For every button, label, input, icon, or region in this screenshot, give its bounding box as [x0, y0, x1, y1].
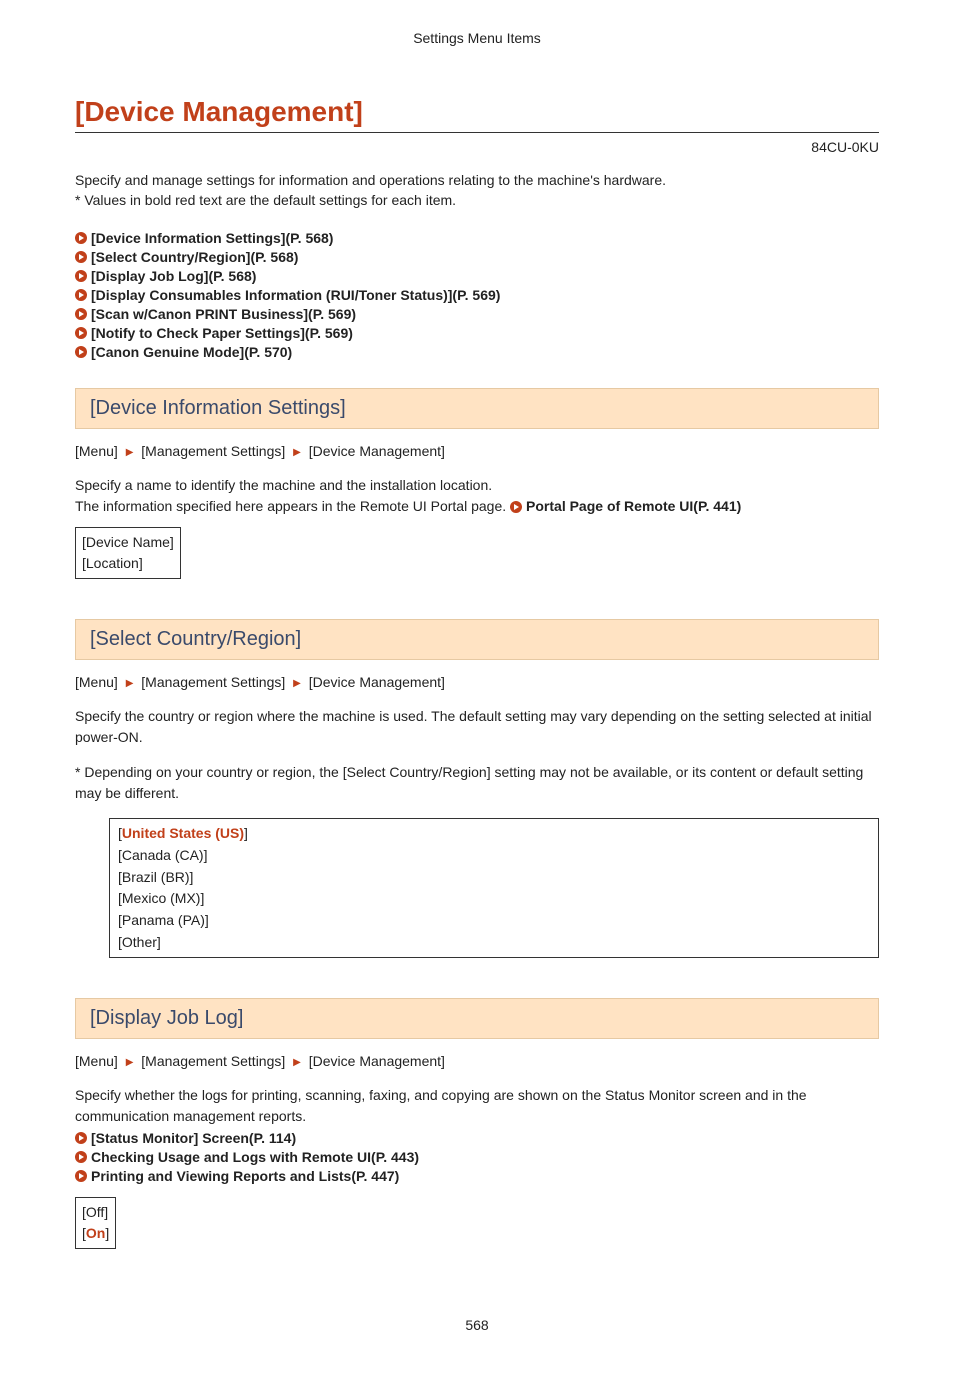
toc-link[interactable]: [Scan w/Canon PRINT Business](P. 569)	[91, 306, 356, 322]
breadcrumb-seg: [Management Settings]	[141, 443, 285, 459]
breadcrumb-seg: [Management Settings]	[141, 1053, 285, 1069]
section-heading-device-info: [Device Information Settings]	[75, 388, 879, 429]
inline-xref[interactable]: [Status Monitor] Screen(P. 114)	[75, 1130, 879, 1146]
default-value: United States (US)	[122, 825, 244, 841]
toc-item[interactable]: [Display Job Log](P. 568)	[75, 268, 879, 284]
document-id: 84CU-0KU	[75, 139, 879, 155]
page-title: [Device Management]	[75, 96, 879, 128]
toc: [Device Information Settings](P. 568) [S…	[75, 230, 879, 360]
xref-link[interactable]: Portal Page of Remote UI(P. 441)	[526, 498, 741, 514]
page-number: 568	[75, 1317, 879, 1333]
toc-link[interactable]: [Display Consumables Information (RUI/To…	[91, 287, 500, 303]
toc-item[interactable]: [Select Country/Region](P. 568)	[75, 249, 879, 265]
intro-line: * Values in bold red text are the defaul…	[75, 191, 879, 211]
arrow-circle-icon	[75, 327, 87, 339]
value-item: [United States (US)]	[118, 823, 870, 845]
xref-link[interactable]: Checking Usage and Logs with Remote UI(P…	[91, 1149, 419, 1165]
value-item: [Device Name]	[82, 532, 174, 553]
body-text: Specify a name to identify the machine a…	[75, 475, 879, 496]
arrow-circle-icon	[75, 346, 87, 358]
chevron-right-icon: ▶	[289, 1057, 305, 1068]
value-item: [Other]	[118, 932, 870, 954]
toc-link[interactable]: [Device Information Settings](P. 568)	[91, 230, 333, 246]
toc-link[interactable]: [Display Job Log](P. 568)	[91, 268, 256, 284]
breadcrumb: [Menu] ▶ [Management Settings] ▶ [Device…	[75, 1053, 879, 1069]
arrow-circle-icon	[75, 289, 87, 301]
intro-line: Specify and manage settings for informat…	[75, 171, 879, 191]
body-text: * Depending on your country or region, t…	[75, 762, 879, 804]
section-heading-country: [Select Country/Region]	[75, 619, 879, 660]
toc-link[interactable]: [Notify to Check Paper Settings](P. 569)	[91, 325, 353, 341]
arrow-circle-icon	[75, 232, 87, 244]
breadcrumb-seg: [Management Settings]	[141, 674, 285, 690]
body-text: Specify whether the logs for printing, s…	[75, 1085, 879, 1127]
page-header: Settings Menu Items	[75, 30, 879, 46]
value-item: [On]	[82, 1223, 109, 1244]
toc-item[interactable]: [Scan w/Canon PRINT Business](P. 569)	[75, 306, 879, 322]
arrow-circle-icon	[75, 308, 87, 320]
value-item: [Canada (CA)]	[118, 845, 870, 867]
body-text: Specify the country or region where the …	[75, 706, 879, 748]
breadcrumb-seg: [Device Management]	[309, 1053, 445, 1069]
value-item: [Off]	[82, 1202, 109, 1223]
breadcrumb-seg: [Menu]	[75, 674, 118, 690]
breadcrumb-seg: [Menu]	[75, 1053, 118, 1069]
breadcrumb-seg: [Device Management]	[309, 674, 445, 690]
value-item: [Panama (PA)]	[118, 910, 870, 932]
arrow-circle-icon	[510, 501, 522, 513]
inline-xref[interactable]: Portal Page of Remote UI(P. 441)	[510, 498, 741, 514]
arrow-circle-icon	[75, 1132, 87, 1144]
arrow-circle-icon	[75, 1170, 87, 1182]
body-text: The information specified here appears i…	[75, 496, 879, 517]
values-box: [Device Name] [Location]	[75, 527, 181, 579]
toc-link[interactable]: [Canon Genuine Mode](P. 570)	[91, 344, 292, 360]
breadcrumb: [Menu] ▶ [Management Settings] ▶ [Device…	[75, 674, 879, 690]
values-box: [Off] [On]	[75, 1197, 116, 1249]
section-body: Specify whether the logs for printing, s…	[75, 1085, 879, 1184]
section-body: Specify a name to identify the machine a…	[75, 475, 879, 517]
title-rule	[75, 132, 879, 133]
xref-link[interactable]: [Status Monitor] Screen(P. 114)	[91, 1130, 296, 1146]
inline-xref[interactable]: Checking Usage and Logs with Remote UI(P…	[75, 1149, 879, 1165]
toc-item[interactable]: [Display Consumables Information (RUI/To…	[75, 287, 879, 303]
xref-link[interactable]: Printing and Viewing Reports and Lists(P…	[91, 1168, 399, 1184]
toc-item[interactable]: [Notify to Check Paper Settings](P. 569)	[75, 325, 879, 341]
breadcrumb: [Menu] ▶ [Management Settings] ▶ [Device…	[75, 443, 879, 459]
chevron-right-icon: ▶	[122, 447, 138, 458]
section-body: Specify the country or region where the …	[75, 706, 879, 804]
section-heading-job-log: [Display Job Log]	[75, 998, 879, 1039]
breadcrumb-seg: [Device Management]	[309, 443, 445, 459]
arrow-circle-icon	[75, 251, 87, 263]
values-box: [United States (US)] [Canada (CA)] [Braz…	[109, 818, 879, 958]
value-item: [Brazil (BR)]	[118, 867, 870, 889]
toc-item[interactable]: [Canon Genuine Mode](P. 570)	[75, 344, 879, 360]
chevron-right-icon: ▶	[289, 447, 305, 458]
toc-link[interactable]: [Select Country/Region](P. 568)	[91, 249, 298, 265]
toc-item[interactable]: [Device Information Settings](P. 568)	[75, 230, 879, 246]
default-value: On	[86, 1225, 105, 1241]
chevron-right-icon: ▶	[289, 678, 305, 689]
intro-block: Specify and manage settings for informat…	[75, 171, 879, 210]
arrow-circle-icon	[75, 270, 87, 282]
body-text-span: The information specified here appears i…	[75, 498, 510, 514]
arrow-circle-icon	[75, 1151, 87, 1163]
inline-xref[interactable]: Printing and Viewing Reports and Lists(P…	[75, 1168, 879, 1184]
value-item: [Location]	[82, 553, 174, 574]
chevron-right-icon: ▶	[122, 678, 138, 689]
chevron-right-icon: ▶	[122, 1057, 138, 1068]
value-item: [Mexico (MX)]	[118, 888, 870, 910]
breadcrumb-seg: [Menu]	[75, 443, 118, 459]
